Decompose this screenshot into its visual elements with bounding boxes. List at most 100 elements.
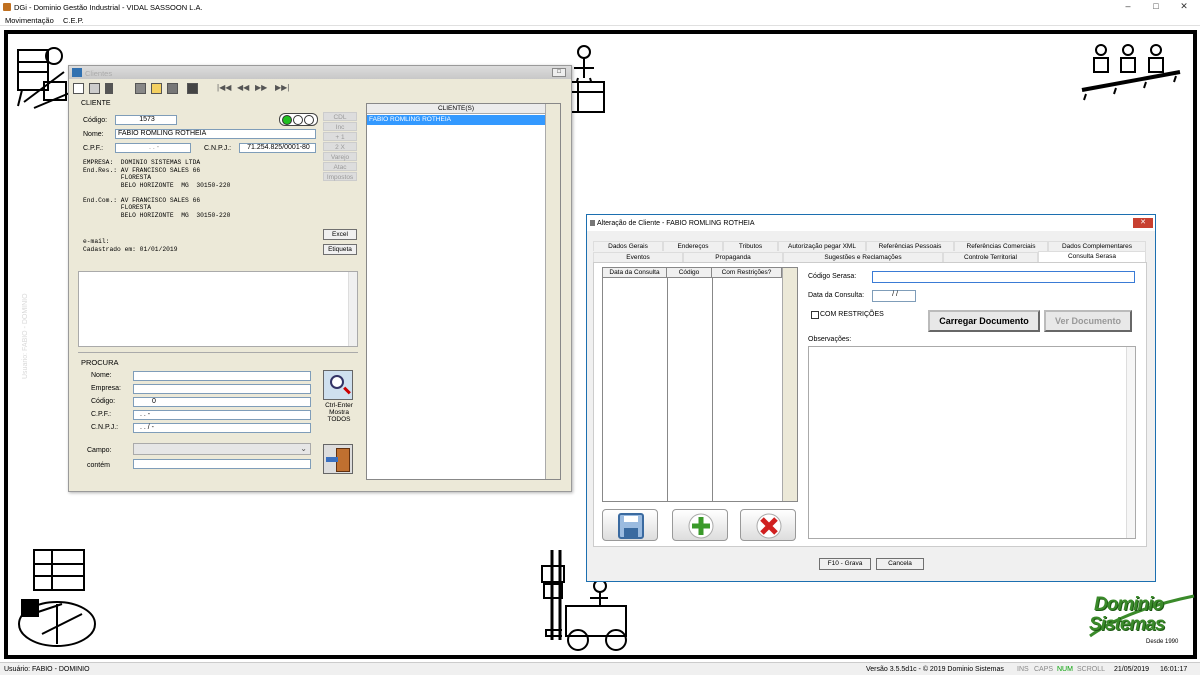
close-icon[interactable]: ✕ [1174, 1, 1194, 12]
tab-propaganda[interactable]: Propaganda [683, 252, 783, 262]
data-consulta-field[interactable]: / / [872, 290, 916, 302]
carregar-documento-button[interactable]: Carregar Documento [928, 310, 1040, 332]
alteracao-titlebar: Alteração de Cliente - FABIO ROMLING ROT… [587, 215, 1155, 231]
tab-consulta-serasa[interactable]: Consulta Serasa [1038, 251, 1146, 262]
grid-header-codigo[interactable]: Código [667, 268, 712, 278]
etiqueta-button[interactable]: Etiqueta [323, 244, 357, 255]
alteracao-close-icon[interactable]: ✕ [1133, 218, 1153, 228]
search-empresa-field[interactable] [133, 384, 311, 394]
tab-dados-gerais[interactable]: Dados Gerais [593, 241, 663, 251]
search-codigo-field[interactable]: 0 [133, 397, 311, 407]
cpf-field[interactable]: . . - [115, 143, 191, 153]
list-item[interactable]: FABIO ROMLING ROTHEIA [367, 115, 545, 125]
cliente-section-label: CLIENTE [81, 100, 111, 107]
vertical-watermark: Usuario: FABIO - DOMINIO [22, 293, 29, 379]
save-icon[interactable] [89, 83, 100, 94]
cancela-button[interactable]: Cancela [876, 558, 924, 570]
grid-header-restricoes[interactable]: Com Restrições? [712, 268, 782, 278]
search-cnpj-label: C.N.P.J.: [91, 424, 119, 431]
report-icon[interactable] [167, 83, 178, 94]
search-nome-field[interactable] [133, 371, 311, 381]
com-restricoes-checkbox[interactable] [811, 311, 819, 319]
ver-documento-button[interactable]: Ver Documento [1044, 310, 1132, 332]
tab-referencias-pessoais[interactable]: Referências Pessoais [866, 241, 954, 251]
observacoes-memo[interactable] [808, 346, 1136, 539]
cnpj-field[interactable]: 71.254.825/0001-80 [239, 143, 316, 153]
delete-icon[interactable] [105, 83, 113, 94]
atac-button[interactable]: Atac [323, 162, 357, 171]
clientes-list[interactable]: CLIENTE(S) FABIO ROMLING ROTHEIA [366, 103, 561, 480]
disk-icon[interactable] [187, 83, 198, 94]
notes-scrollbar[interactable] [348, 272, 357, 346]
tab-tributos[interactable]: Tributos [723, 241, 778, 251]
tab-controle-territorial[interactable]: Controle Territorial [943, 252, 1038, 262]
exit-door-icon[interactable] [323, 444, 353, 474]
yellow-light-icon [293, 115, 303, 125]
status-caps: CAPS [1034, 666, 1054, 673]
logo-since: Desde 1990 [1146, 639, 1179, 645]
search-empresa-label: Empresa: [91, 385, 121, 392]
procura-label: PROCURA [81, 358, 119, 367]
client-email-block: e-mail: Cadastrado em: 01/01/2019 [83, 238, 178, 253]
tab-dados-complementares[interactable]: Dados Complementares [1048, 241, 1146, 251]
add-button[interactable] [672, 509, 728, 541]
clientes-window-icon [72, 68, 82, 77]
next-record-icon[interactable]: ▶▶ [255, 83, 267, 92]
grava-button[interactable]: F10 - Grava [819, 558, 871, 570]
red-light-icon [304, 115, 314, 125]
search-magnifier-icon[interactable] [323, 370, 353, 400]
tab-eventos[interactable]: Eventos [593, 252, 683, 262]
codigo-field[interactable]: 1573 [115, 115, 177, 125]
campo-select[interactable]: ⌄ [133, 443, 311, 455]
tab-referencias-comerciais[interactable]: Referências Comerciais [954, 241, 1048, 251]
consulta-grid[interactable]: Data da Consulta Código Com Restrições? [602, 267, 798, 502]
plus-icon [688, 513, 714, 539]
contem-label: contém [87, 462, 110, 469]
prev-record-icon[interactable]: ◀◀ [237, 83, 249, 92]
new-icon[interactable] [73, 83, 84, 94]
ctrl-enter-hint: Ctrl-Enter Mostra TODOS [325, 402, 353, 423]
print-icon[interactable] [135, 83, 146, 94]
status-ins: INS [1017, 666, 1029, 673]
observacoes-scrollbar[interactable] [1126, 347, 1135, 538]
contem-field[interactable] [133, 459, 311, 469]
grid-scrollbar[interactable] [782, 268, 797, 501]
grid-header-data[interactable]: Data da Consulta [603, 268, 667, 278]
app-icon [3, 3, 11, 11]
excel-button[interactable]: Excel [323, 229, 357, 240]
status-version: Versão 3.5.5d1c - © 2019 Dominio Sistema… [866, 666, 1004, 673]
status-num: NUM [1057, 666, 1073, 673]
tab-sugestoes[interactable]: Sugestões e Reclamações [783, 252, 943, 262]
codigo-serasa-label: Código Serasa: [808, 273, 857, 280]
first-record-icon[interactable]: |◀◀ [217, 83, 231, 92]
search-cpf-field[interactable]: . . - [133, 410, 311, 420]
nome-field[interactable]: FABIO ROMLING ROTHEIA [115, 129, 316, 139]
last-record-icon[interactable]: ▶▶| [275, 83, 289, 92]
search-cpf-label: C.P.F.: [91, 411, 112, 418]
notes-memo[interactable] [78, 271, 358, 347]
remove-button[interactable] [740, 509, 796, 541]
save-disk-button[interactable] [602, 509, 658, 541]
data-consulta-label: Data da Consulta: [808, 292, 865, 299]
email-icon[interactable] [151, 83, 162, 94]
maximize-icon[interactable]: □ [1146, 1, 1166, 11]
worker-illustration-topleft [17, 47, 73, 109]
varejo-button[interactable]: Varejo [323, 152, 357, 161]
cdl-button[interactable]: CDL [323, 112, 357, 121]
logo-line1: Dominio [1094, 594, 1164, 615]
menu-movimentacao[interactable]: Movimentação [5, 16, 54, 25]
minimize-icon[interactable]: – [1118, 1, 1138, 11]
search-cnpj-field[interactable]: . . / - [133, 423, 311, 433]
inc-button[interactable]: Inc [323, 122, 357, 131]
plus-one-button[interactable]: + 1 [323, 132, 357, 141]
menu-cep[interactable]: C.E.P. [63, 16, 84, 25]
grid-col-line [667, 278, 668, 501]
codigo-serasa-field[interactable] [872, 271, 1135, 283]
clientes-list-scrollbar[interactable] [545, 104, 560, 479]
impostos-button[interactable]: Impostos [323, 172, 357, 181]
tab-enderecos[interactable]: Endereços [663, 241, 723, 251]
two-x-button[interactable]: 2 X [323, 142, 357, 151]
app-title: DGi - Dominio Gestão Industrial - VIDAL … [14, 3, 203, 12]
clientes-close-icon[interactable]: □ [552, 68, 566, 77]
tab-autorizacao-xml[interactable]: Autorização pegar XML [778, 241, 866, 251]
